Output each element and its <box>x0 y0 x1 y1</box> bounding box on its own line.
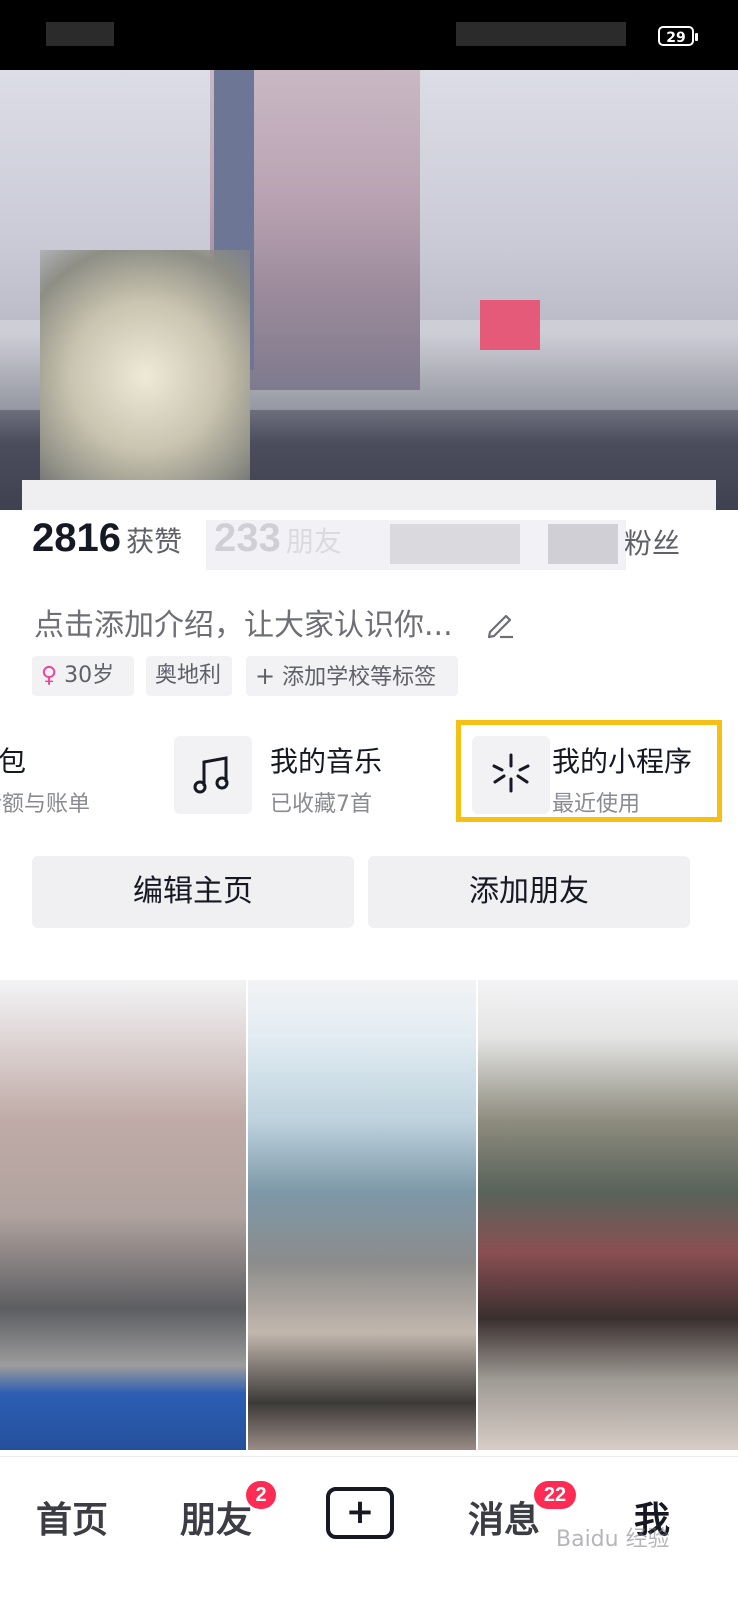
intro-placeholder[interactable]: 点击添加介绍，让大家认识你... <box>34 600 453 644</box>
create-plus-button[interactable]: + <box>326 1487 394 1539</box>
edit-profile-button[interactable]: 编辑主页 <box>32 856 354 928</box>
video-thumbnail-2[interactable] <box>248 980 476 1450</box>
likes-count: 2816 <box>32 516 121 560</box>
likes-stat[interactable]: 2816 获赞 <box>32 516 182 561</box>
nav-messages[interactable]: 消息 <box>468 1491 540 1543</box>
profile-cover-image[interactable] <box>0 70 738 510</box>
age-tag[interactable]: ♀ 30岁 <box>32 656 134 696</box>
music-subtitle: 已收藏7首 <box>270 792 372 817</box>
status-bar: 29 <box>0 0 738 70</box>
status-time-blurred <box>46 22 114 46</box>
edit-pencil-icon[interactable] <box>484 608 516 644</box>
female-icon: ♀ <box>41 663 58 688</box>
following-blurred <box>390 524 520 564</box>
video-grid <box>0 980 738 1450</box>
video-thumbnail-1[interactable] <box>0 980 246 1450</box>
video-thumbnail-3[interactable] <box>478 980 738 1450</box>
wallet-title: 钱包 <box>0 745 27 778</box>
wallet-subtitle: 余额与账单 <box>0 792 91 817</box>
likes-label: 获赞 <box>126 525 183 558</box>
add-school-tag[interactable]: + 添加学校等标签 <box>246 656 458 696</box>
status-icons-blurred <box>456 22 626 46</box>
nav-home[interactable]: 首页 <box>36 1491 108 1543</box>
watermark: Baidu 经验 <box>556 1527 670 1552</box>
fans-count-blurred <box>548 524 618 564</box>
friends-badge: 2 <box>246 1481 276 1509</box>
messages-badge: 22 <box>534 1481 576 1509</box>
music-title[interactable]: 我的音乐 <box>270 740 382 780</box>
location-tag[interactable]: 奥地利 <box>146 656 232 696</box>
battery-icon: 29 <box>658 26 698 46</box>
mini-program-highlight-box <box>456 720 722 822</box>
nav-friends[interactable]: 朋友 <box>180 1491 252 1543</box>
fans-label[interactable]: 粉丝 <box>624 522 680 562</box>
bottom-nav: 首页 朋友 2 + 消息 22 我 Baidu 经验 <box>0 1456 738 1601</box>
plus-icon: + <box>255 662 276 690</box>
add-friends-button[interactable]: 添加朋友 <box>368 856 690 928</box>
music-icon[interactable] <box>174 736 252 814</box>
